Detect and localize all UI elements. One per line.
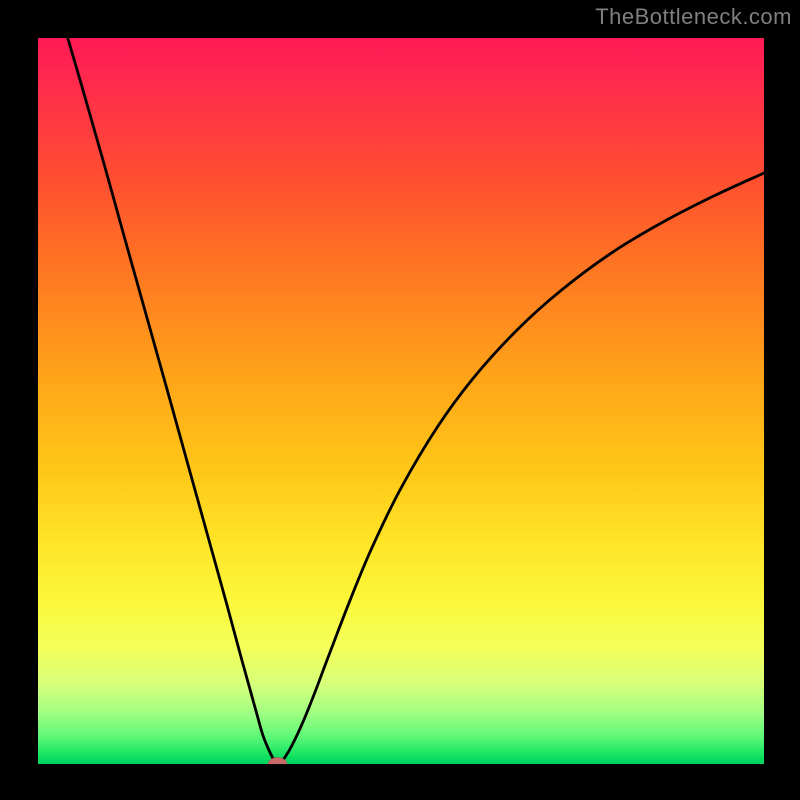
- chart-svg: [38, 38, 764, 764]
- chart-frame: TheBottleneck.com: [0, 0, 800, 800]
- curve-left-branch: [68, 38, 278, 764]
- curve-right-branch: [278, 173, 764, 764]
- watermark-label: TheBottleneck.com: [595, 4, 792, 30]
- plot-area: [38, 38, 764, 764]
